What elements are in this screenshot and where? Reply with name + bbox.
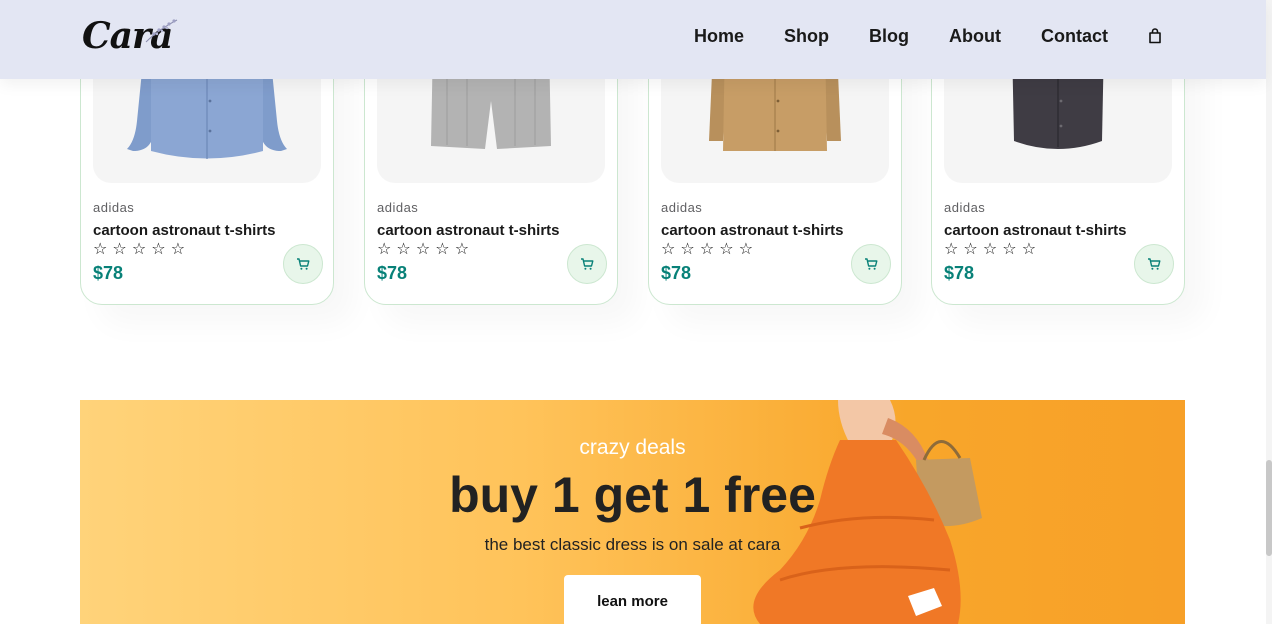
add-to-cart-button[interactable] [283,244,323,284]
product-brand: adidas [377,200,419,215]
product-brand: adidas [93,200,135,215]
nav-about-link[interactable]: About [949,24,1001,48]
banner-title: buy 1 get 1 free [449,467,816,523]
product-rating: ☆ ☆ ☆ ☆ ☆ [93,240,185,258]
product-title: cartoon astronaut t-shirts [661,222,844,239]
product-rating: ☆ ☆ ☆ ☆ ☆ [661,240,753,258]
cart-icon [297,258,310,270]
add-to-cart-button[interactable] [1134,244,1174,284]
nav-blog-link[interactable]: Blog [869,24,909,48]
product-price: $78 [93,263,124,283]
product-rating: ☆ ☆ ☆ ☆ ☆ [944,240,1036,258]
product-price: $78 [377,263,408,283]
add-to-cart-button[interactable] [851,244,891,284]
site-header: Cara Home Shop Blog About Contact [0,0,1266,79]
cart-icon [581,258,594,270]
product-price: $78 [944,263,975,283]
product-title: cartoon astronaut t-shirts [93,222,276,239]
product-brand: adidas [944,200,986,215]
logo[interactable]: Cara [82,14,182,58]
lavender-sprig-icon [145,19,178,43]
nav-home-link[interactable]: Home [694,24,744,48]
star-icon: ☆ ☆ ☆ ☆ ☆ [661,239,754,258]
add-to-cart-button[interactable] [567,244,607,284]
main-nav: Home Shop Blog About Contact [694,24,1162,48]
star-icon: ☆ ☆ ☆ ☆ ☆ [944,239,1037,258]
page-scrollbar[interactable] [1266,0,1272,624]
shopping-bag-icon[interactable] [1148,28,1162,44]
star-icon: ☆ ☆ ☆ ☆ ☆ [93,239,186,258]
star-icon: ☆ ☆ ☆ ☆ ☆ [377,239,470,258]
product-price: $78 [661,263,692,283]
product-title: cartoon astronaut t-shirts [944,222,1127,239]
banner-description: the best classic dress is on sale at car… [484,535,781,554]
product-rating: ☆ ☆ ☆ ☆ ☆ [377,240,469,258]
promo-banner: crazy deals buy 1 get 1 free the best cl… [80,400,1185,624]
scrollbar-thumb[interactable] [1266,460,1272,556]
nav-shop-link[interactable]: Shop [784,24,829,48]
cart-icon [1148,258,1161,270]
product-brand: adidas [661,200,703,215]
learn-more-button[interactable]: lean more [564,575,701,624]
product-title: cartoon astronaut t-shirts [377,222,560,239]
cart-icon [865,258,878,270]
banner-subtitle: crazy deals [579,436,686,459]
nav-contact-link[interactable]: Contact [1041,24,1108,48]
